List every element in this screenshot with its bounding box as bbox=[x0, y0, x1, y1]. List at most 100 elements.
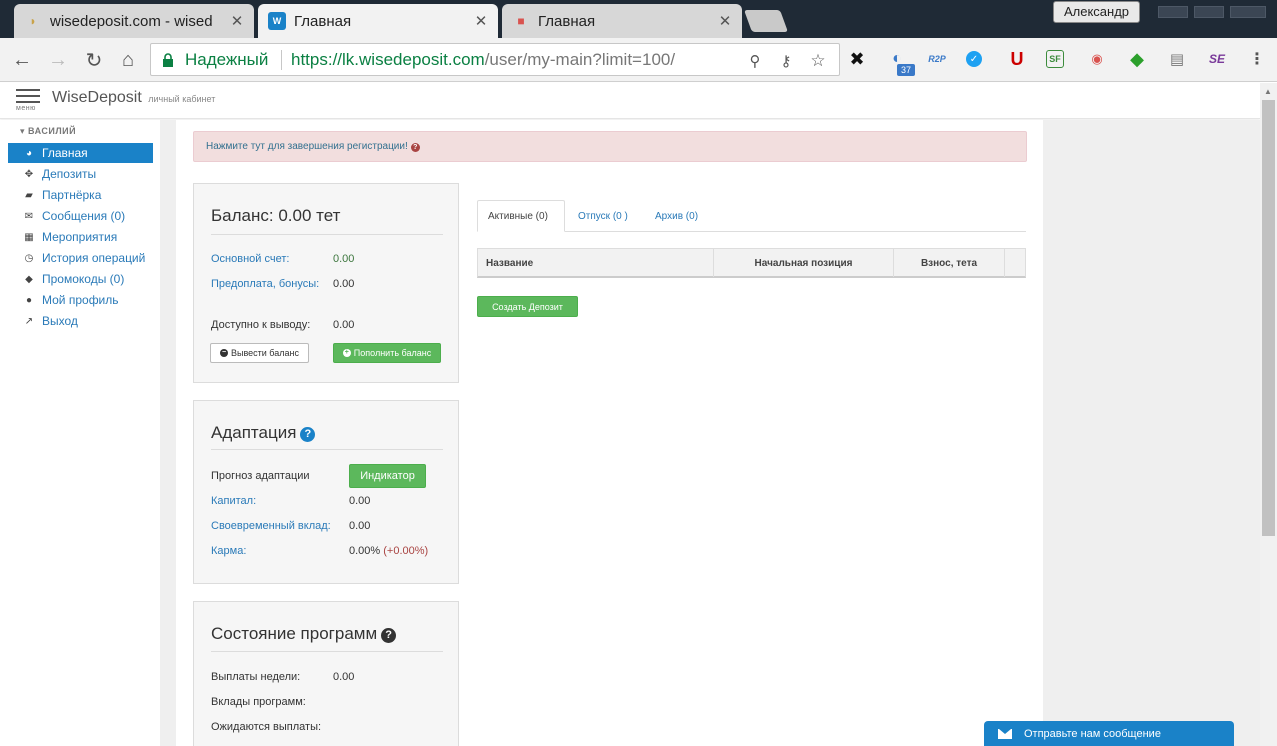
sidebar: ▾ ВАСИЛИЙ ◕ Главная ✥ Депозиты ▰ Партнёр… bbox=[0, 120, 160, 746]
available-label: Доступно к выводу: bbox=[211, 319, 311, 331]
prepay-bonus-link[interactable]: Предоплата, бонусы: bbox=[211, 278, 319, 290]
wd-logo-favicon-icon: W bbox=[268, 12, 286, 30]
bookmark-star-icon[interactable]: ☆ bbox=[807, 50, 829, 72]
alert-text: Нажмите тут для завершения регистрации! bbox=[206, 141, 408, 152]
sidebar-item-promocodes[interactable]: ◆ Промокоды (0) bbox=[8, 269, 153, 289]
help-icon[interactable]: ? bbox=[300, 427, 316, 442]
browser-tab-title: wisedeposit.com - wised bbox=[50, 12, 213, 30]
chat-widget[interactable]: Отправьте нам сообщение bbox=[984, 721, 1234, 746]
column-header-contribution[interactable]: Взнос, тета bbox=[894, 249, 1005, 277]
profile-button[interactable]: Александр bbox=[1053, 1, 1140, 23]
url-path: /user/my-main?limit=100/ bbox=[484, 50, 676, 69]
site-brand[interactable]: WiseDeposit личный кабинет bbox=[52, 89, 215, 107]
withdraw-button-label: Вывести баланс bbox=[231, 348, 299, 358]
reload-icon[interactable]: ↻ bbox=[80, 46, 108, 74]
sidebar-item-messages[interactable]: ✉ Сообщения (0) bbox=[8, 206, 153, 226]
forward-arrow-icon[interactable]: → bbox=[44, 46, 72, 74]
r2p-extension-icon[interactable]: R2P bbox=[926, 48, 948, 70]
scroll-up-icon[interactable]: ▲ bbox=[1264, 87, 1272, 96]
cube-favicon-icon: ■ bbox=[517, 14, 525, 28]
menu-button[interactable]: меню bbox=[16, 89, 40, 112]
scrollbar-thumb[interactable] bbox=[1262, 100, 1275, 536]
x-extension-icon[interactable]: ✖ bbox=[846, 48, 868, 70]
check-extension-icon[interactable]: ✓ bbox=[966, 51, 982, 67]
hamburger-bar bbox=[16, 101, 40, 103]
karma-value: 0.00% (+0.00%) bbox=[349, 545, 428, 557]
weekly-payouts-value: 0.00 bbox=[333, 671, 355, 683]
capital-link[interactable]: Капитал: bbox=[211, 495, 256, 507]
browser-tab-2[interactable]: W Главная ✕ bbox=[258, 4, 498, 38]
address-separator bbox=[281, 50, 282, 70]
monitor-extension-icon[interactable]: ▤ bbox=[1166, 48, 1188, 70]
browser-tab-1[interactable]: ◗ wisedeposit.com - wised ✕ bbox=[14, 4, 254, 38]
u-extension-icon[interactable]: U bbox=[1006, 48, 1028, 70]
adaptation-title-text: Адаптация bbox=[211, 423, 297, 442]
sidebar-item-label: Мероприятия bbox=[42, 230, 118, 244]
dashboard-icon: ◕ bbox=[25, 147, 33, 159]
close-icon[interactable]: ✕ bbox=[230, 12, 244, 30]
column-header-name[interactable]: Название bbox=[478, 249, 714, 277]
indicator-button[interactable]: Индикатор bbox=[349, 464, 426, 488]
create-deposit-button[interactable]: Создать Депозит bbox=[477, 296, 578, 317]
clock-icon: ◷ bbox=[24, 252, 34, 264]
karma-percent: 0.00% bbox=[349, 545, 381, 557]
close-icon[interactable]: ✕ bbox=[718, 12, 732, 30]
sidebar-item-logout[interactable]: ↗ Выход bbox=[8, 311, 153, 331]
browser-tab-3[interactable]: ■ Главная ✕ bbox=[502, 4, 742, 38]
minus-circle-icon: − bbox=[220, 349, 228, 357]
browser-tabstrip: ◗ wisedeposit.com - wised ✕ W Главная ✕ … bbox=[0, 0, 1277, 38]
key-icon[interactable]: ⚷ bbox=[775, 50, 797, 72]
site-header: меню WiseDeposit личный кабинет bbox=[0, 83, 1260, 119]
withdraw-balance-button[interactable]: − Вывести баланс bbox=[210, 343, 309, 363]
sidebar-item-events[interactable]: ▦ Мероприятия bbox=[8, 227, 153, 247]
timely-deposit-link[interactable]: Своевременный вклад: bbox=[211, 520, 331, 532]
adaptation-title: Адаптация? bbox=[211, 423, 316, 443]
maximize-button[interactable] bbox=[1194, 6, 1224, 18]
sidebar-item-label: Сообщения (0) bbox=[42, 209, 126, 223]
sidebar-item-label: Выход bbox=[42, 314, 78, 328]
main-account-link[interactable]: Основной счет: bbox=[211, 253, 289, 265]
sidebar-item-history[interactable]: ◷ История операций bbox=[8, 248, 153, 268]
minimize-button[interactable] bbox=[1158, 6, 1188, 18]
sidebar-user-name: ВАСИЛИЙ bbox=[28, 126, 77, 136]
available-value: 0.00 bbox=[333, 319, 355, 331]
sf-extension-icon[interactable]: SF bbox=[1046, 50, 1064, 68]
cube-extension-icon[interactable]: ◆ bbox=[1126, 48, 1148, 70]
back-arrow-icon[interactable]: ← bbox=[8, 46, 36, 74]
new-tab-button[interactable] bbox=[743, 10, 789, 32]
envelope-icon: ✉ bbox=[24, 210, 34, 222]
film-icon: ▦ bbox=[24, 231, 34, 243]
menu-label: меню bbox=[16, 105, 36, 112]
home-icon[interactable]: ⌂ bbox=[114, 46, 142, 74]
close-icon[interactable]: ✕ bbox=[474, 12, 488, 30]
awaiting-payouts-label: Ожидаются выплаты: bbox=[211, 721, 322, 733]
sidebar-user[interactable]: ▾ ВАСИЛИЙ bbox=[20, 126, 76, 137]
sidebar-item-deposits[interactable]: ✥ Депозиты bbox=[8, 164, 153, 184]
tag-icon: ◆ bbox=[25, 273, 33, 285]
sidebar-item-profile[interactable]: ● Мой профиль bbox=[8, 290, 153, 310]
tab-vacation[interactable]: Отпуск (0 ) bbox=[568, 200, 638, 232]
column-header-start-position[interactable]: Начальная позиция bbox=[714, 249, 894, 277]
karma-link[interactable]: Карма: bbox=[211, 545, 246, 557]
zoom-icon[interactable]: ⚲ bbox=[744, 50, 766, 72]
tab-active-deposits[interactable]: Активные (0) bbox=[477, 200, 565, 232]
topup-balance-button[interactable]: + Пополнить баланс bbox=[333, 343, 441, 363]
kebab-menu-icon[interactable]: ⋮ bbox=[1246, 48, 1268, 70]
sidebar-item-partners[interactable]: ▰ Партнёрка bbox=[8, 185, 153, 205]
sidebar-item-label: Депозиты bbox=[42, 167, 97, 181]
address-bar[interactable]: Надежный https://lk.wisedeposit.com/user… bbox=[150, 43, 840, 76]
sidebar-item-main[interactable]: ◕ Главная bbox=[8, 143, 153, 163]
extension-badge: 37 bbox=[897, 64, 915, 76]
eye-extension-icon[interactable]: ◉ bbox=[1086, 48, 1108, 70]
secure-label: Надежный bbox=[185, 50, 269, 69]
tab-archive[interactable]: Архив (0) bbox=[645, 200, 708, 232]
registration-alert[interactable]: Нажмите тут для завершения регистрации!? bbox=[193, 131, 1027, 162]
help-icon[interactable]: ? bbox=[381, 628, 397, 643]
topup-button-label: Пополнить баланс bbox=[353, 348, 432, 358]
brand-subtitle: личный кабинет bbox=[148, 94, 216, 104]
url-host: https://lk.wisedeposit.com bbox=[291, 50, 485, 69]
crosshair-icon: ✥ bbox=[24, 168, 34, 180]
se-extension-icon[interactable]: SE bbox=[1206, 48, 1228, 70]
window-close-button[interactable] bbox=[1230, 6, 1266, 18]
hamburger-bar bbox=[16, 95, 40, 97]
